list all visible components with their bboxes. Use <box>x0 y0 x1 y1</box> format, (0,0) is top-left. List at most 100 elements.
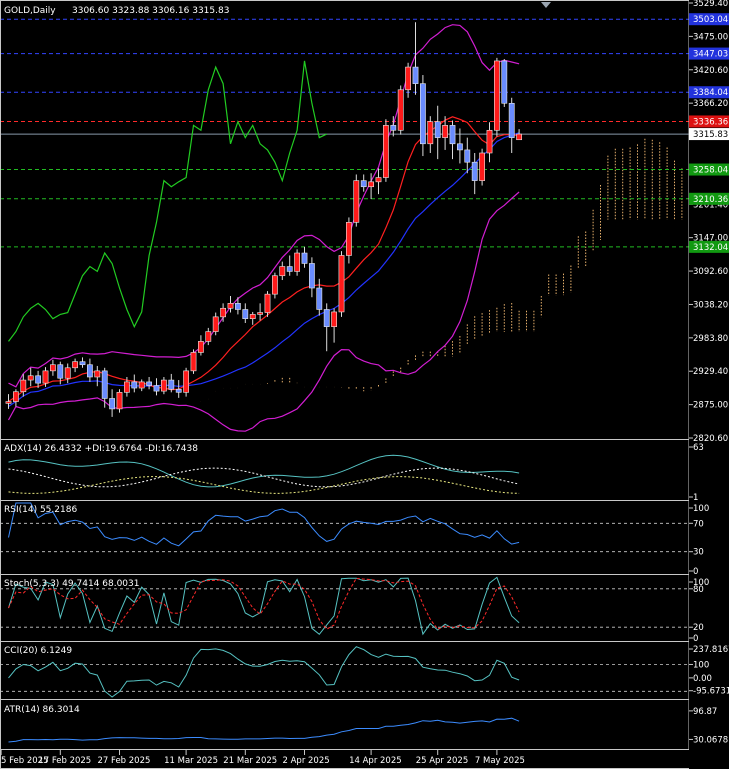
ma-fast <box>8 132 520 407</box>
candle <box>464 137 471 174</box>
price-panel <box>0 18 689 432</box>
date-tick-label: 2 Apr 2025 <box>283 756 330 766</box>
candle <box>360 174 367 192</box>
adx-label: ADX(14) 26.4332 +DI:19.6764 -DI:16.7438 <box>4 444 198 454</box>
candle-body <box>109 398 115 410</box>
candle-body <box>294 252 300 272</box>
candle-body <box>35 375 41 384</box>
candle <box>419 75 426 157</box>
cci-line <box>8 646 520 698</box>
candle-body <box>516 133 522 141</box>
indicator-tick-label: 0 <box>693 567 698 577</box>
candle-body <box>271 275 278 295</box>
candle-body <box>13 391 19 402</box>
candle <box>13 389 19 407</box>
candle <box>382 119 389 182</box>
indicator-tick-label: 237.8167 <box>693 645 729 655</box>
candle <box>375 168 382 195</box>
candle-body <box>72 361 78 369</box>
candle <box>146 376 152 390</box>
candle-body <box>345 222 352 256</box>
candle-body <box>493 60 500 131</box>
bollinger-lower <box>7 191 520 432</box>
trading-chart[interactable]: GOLD,Daily 3306.60 3323.88 3306.16 3315.… <box>0 0 729 769</box>
candle-body <box>64 367 71 379</box>
candle <box>87 358 93 382</box>
candle-body <box>464 149 471 163</box>
level-label: 3503.04 <box>693 15 728 25</box>
candle <box>316 278 323 316</box>
indicator-tick-label: 96.87 <box>693 707 717 717</box>
date-tick-label: 21 Mar 2025 <box>223 756 277 766</box>
candle-body <box>153 385 160 392</box>
atr-line <box>8 717 520 743</box>
candle-body <box>308 263 315 289</box>
candle <box>161 376 167 395</box>
candle-body <box>79 361 86 366</box>
candle-body <box>479 152 485 181</box>
ohlc-label: 3306.60 3323.88 3306.16 3315.83 <box>72 6 229 16</box>
indicator-tick-label: 30 <box>693 548 704 558</box>
candle-body <box>220 307 226 318</box>
scroll-marker-icon <box>541 2 551 8</box>
indicator-tick-label: 70 <box>693 519 704 529</box>
level-label: 3132.04 <box>693 243 728 253</box>
candle-body <box>301 252 308 264</box>
candle <box>508 97 515 153</box>
candle-body <box>124 381 130 393</box>
candle <box>131 374 138 393</box>
candle-body <box>279 266 286 277</box>
date-tick-label: 27 Feb 2025 <box>98 756 151 766</box>
cci-label: CCI(20) 6.1249 <box>4 646 72 656</box>
candle <box>331 308 337 343</box>
price-tick-label: 3038.20 <box>693 300 728 310</box>
candle-body <box>375 177 382 183</box>
candle <box>434 105 441 160</box>
candle <box>42 367 49 387</box>
candle-body <box>168 379 175 390</box>
level-label: 3210.36 <box>693 195 728 205</box>
candle <box>109 389 115 417</box>
candle-body <box>382 125 389 178</box>
candle-body <box>456 143 463 151</box>
price-tick-label: 2929.40 <box>693 367 728 377</box>
candle <box>279 261 286 281</box>
candles <box>5 22 522 417</box>
candle <box>79 357 86 368</box>
candle <box>116 389 123 413</box>
candle-body <box>27 375 34 381</box>
candle <box>301 246 308 268</box>
candle-body <box>42 370 49 384</box>
candle <box>257 303 263 321</box>
level-label: 3384.04 <box>693 88 728 98</box>
indicator-0 <box>8 454 520 494</box>
candle <box>205 327 212 346</box>
candle-body <box>412 66 419 84</box>
ma-slow <box>8 116 520 403</box>
candle-body <box>471 161 478 181</box>
candle-body <box>360 180 367 188</box>
candle-body <box>257 312 263 315</box>
candle <box>183 367 189 397</box>
candle-body <box>175 388 182 393</box>
chikou-span <box>8 60 327 342</box>
candle-body <box>390 125 397 131</box>
indicator-tick-label: 100 <box>693 660 709 670</box>
candle-body <box>316 287 323 310</box>
candle-body <box>190 352 197 372</box>
bollinger-upper <box>8 24 520 388</box>
candle <box>5 394 12 409</box>
indicator-tick-label: 20 <box>693 623 704 633</box>
candle <box>397 85 404 135</box>
candle-body <box>87 364 93 378</box>
candle-body <box>212 316 219 332</box>
indicator-4 <box>8 717 520 743</box>
candle-body <box>331 311 337 327</box>
candle-body <box>286 266 293 272</box>
date-tick-label: 17 Feb 2025 <box>38 756 91 766</box>
minus-di-line <box>8 476 520 494</box>
symbol-label: GOLD,Daily <box>4 6 56 16</box>
candle-body <box>101 370 108 399</box>
candle <box>493 57 500 137</box>
price-tick-label: 2983.80 <box>693 334 728 344</box>
